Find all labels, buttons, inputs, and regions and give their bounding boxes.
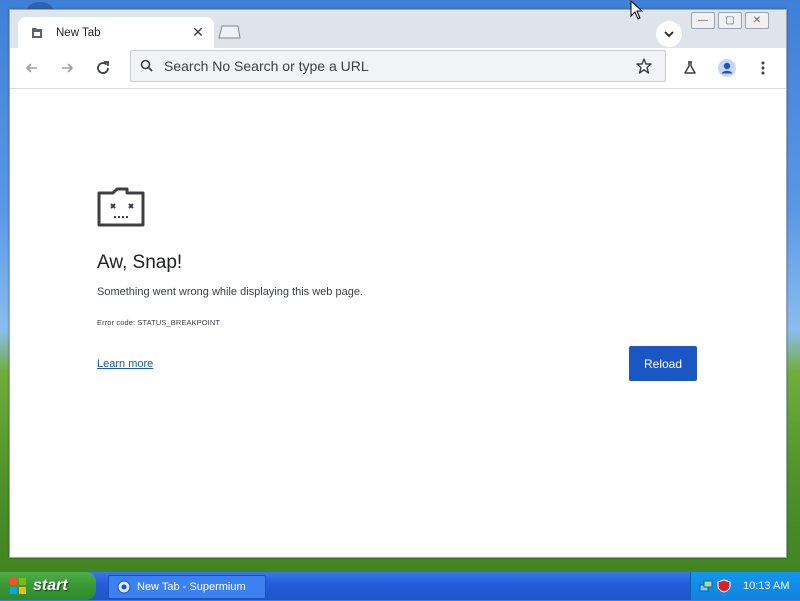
network-icon[interactable] <box>699 579 713 593</box>
forward-arrow-icon <box>62 63 74 73</box>
browser-icon <box>117 580 131 594</box>
new-tab-button[interactable] <box>216 24 242 40</box>
browser-window: New Tab ✕ — ▢ ✕ Search No Search or type… <box>9 9 787 558</box>
windows-logo-icon <box>8 576 28 596</box>
menu-button[interactable] <box>751 56 775 80</box>
close-window-button[interactable]: ✕ <box>745 12 769 29</box>
start-button[interactable]: start <box>0 572 96 600</box>
close-icon[interactable]: ✕ <box>190 24 206 41</box>
address-input[interactable]: Search No Search or type a URL <box>164 58 635 74</box>
star-icon[interactable] <box>635 57 653 75</box>
tab-title: New Tab <box>56 26 101 39</box>
profile-button[interactable] <box>715 56 739 80</box>
tab-new-tab[interactable]: New Tab ✕ <box>18 17 214 48</box>
minimize-button[interactable]: — <box>691 12 715 29</box>
page-icon <box>30 26 44 40</box>
chevron-down-icon <box>664 31 674 38</box>
error-code: Error code: STATUS_BREAKPOINT <box>97 318 221 327</box>
taskbar: start New Tab - Supermium 10:13 AM <box>0 572 800 600</box>
tab-search-button[interactable] <box>656 21 682 47</box>
reload-icon <box>97 61 109 74</box>
clock: 10:13 AM <box>743 580 790 592</box>
title-bar: New Tab ✕ — ▢ ✕ <box>10 10 786 48</box>
error-page: Aw, Snap! Something went wrong while dis… <box>10 89 786 557</box>
forward-button[interactable] <box>55 56 79 80</box>
flask-icon <box>684 61 696 74</box>
labs-button[interactable] <box>678 56 702 80</box>
start-label: start <box>33 577 68 594</box>
sad-tab-icon <box>97 187 147 229</box>
learn-more-link[interactable]: Learn more <box>97 358 153 370</box>
reload-button[interactable] <box>91 56 115 80</box>
error-message: Something went wrong while displaying th… <box>97 286 363 298</box>
error-title: Aw, Snap! <box>97 252 183 273</box>
back-button[interactable] <box>20 56 44 80</box>
taskbar-item-label: New Tab - Supermium <box>137 581 246 593</box>
back-arrow-icon <box>25 63 37 73</box>
reload-page-button[interactable]: Reload <box>629 346 697 381</box>
mouse-cursor-icon <box>630 0 644 20</box>
toolbar: Search No Search or type a URL <box>10 48 786 89</box>
maximize-button[interactable]: ▢ <box>718 12 742 29</box>
system-tray: 10:13 AM <box>690 572 800 600</box>
security-shield-icon[interactable] <box>717 579 731 593</box>
more-vert-icon <box>761 61 765 75</box>
taskbar-item-browser[interactable]: New Tab - Supermium <box>108 575 266 599</box>
profile-icon <box>718 59 736 77</box>
address-bar[interactable]: Search No Search or type a URL <box>130 50 666 82</box>
search-icon <box>139 58 155 74</box>
